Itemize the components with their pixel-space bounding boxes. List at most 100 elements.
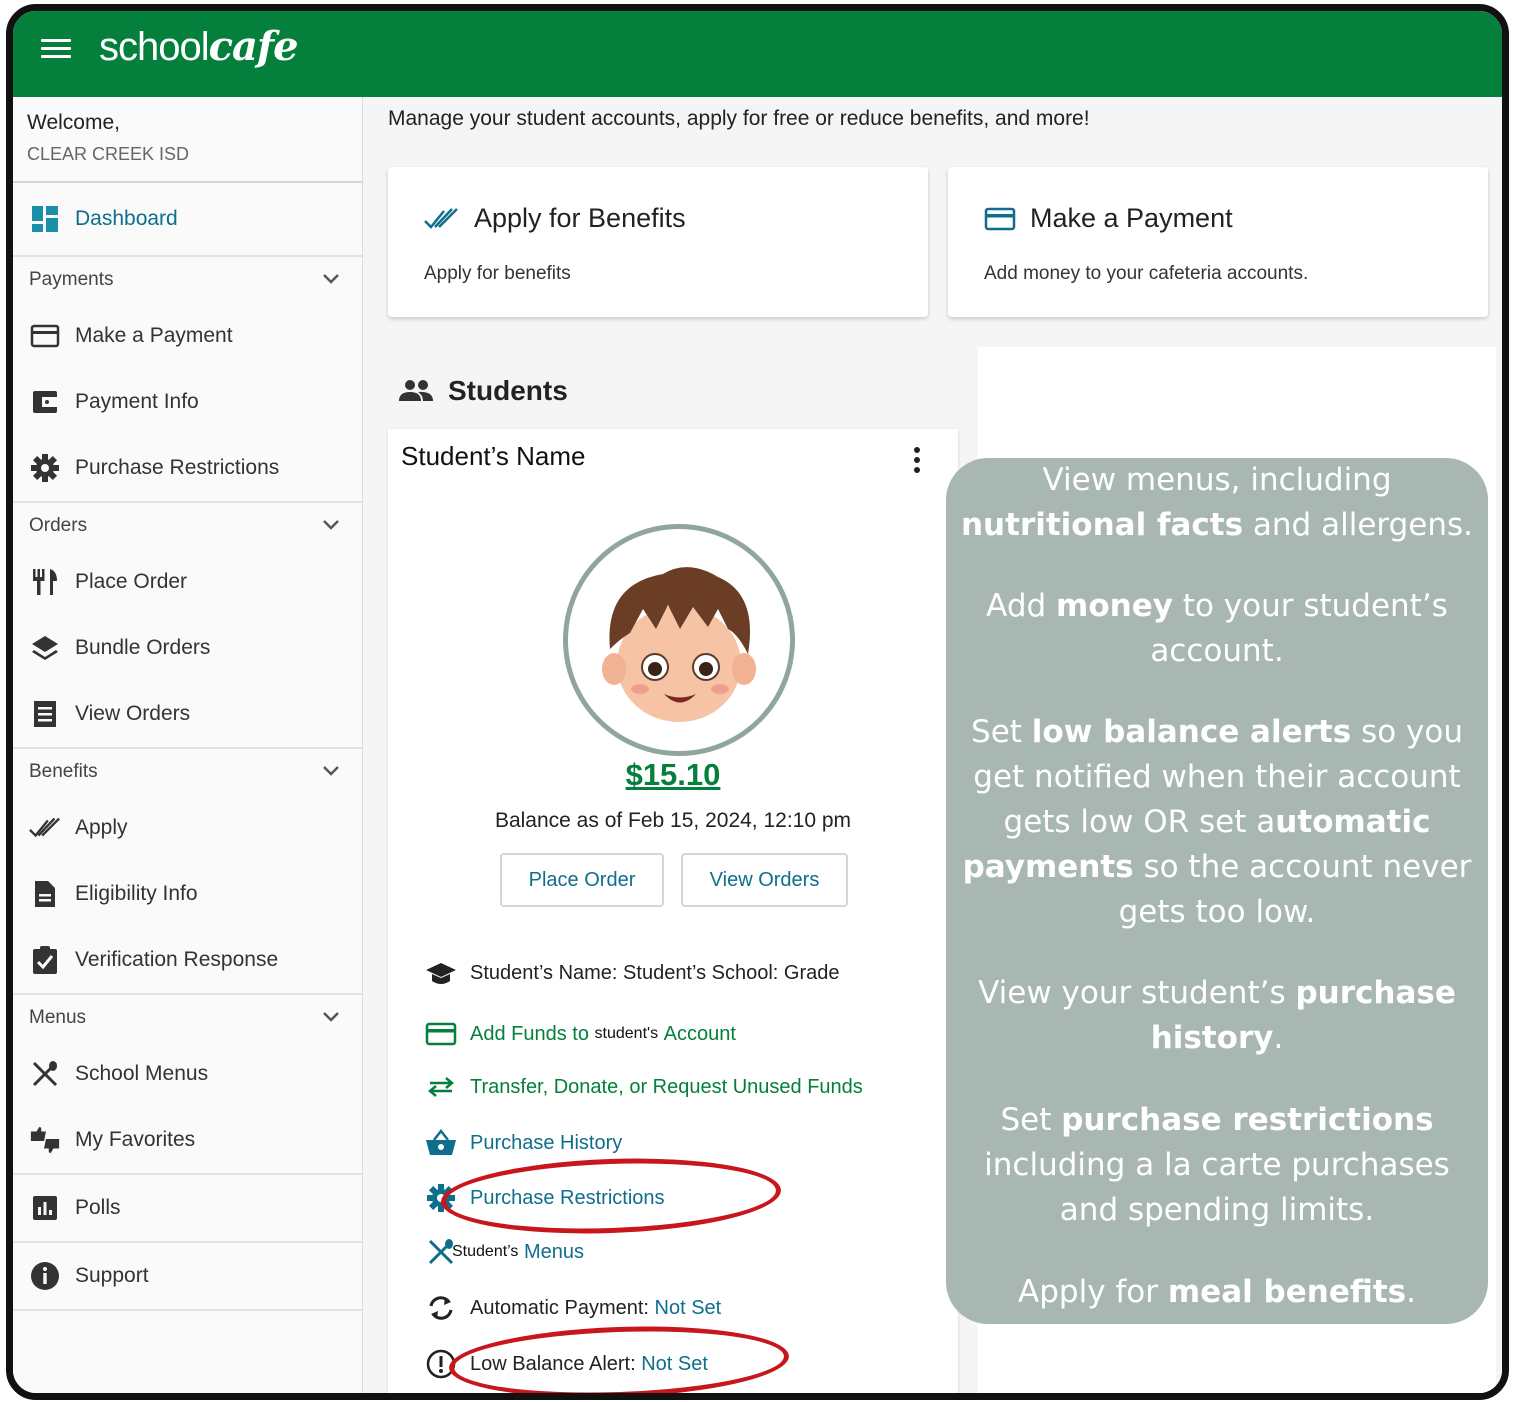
add-funds-link[interactable]: Add Funds to student's Account	[424, 1021, 736, 1047]
add-funds-account: Account	[663, 1022, 736, 1045]
students-heading: Students	[398, 375, 568, 407]
balance-amount[interactable]: $15.10	[388, 757, 958, 793]
sidebar-item-label: Dashboard	[75, 207, 178, 230]
section-orders[interactable]: Orders	[13, 501, 362, 549]
feature-callout: View menus, including nutritional facts …	[946, 458, 1488, 1324]
credit-card-icon	[424, 1021, 458, 1047]
menus-text: Menus	[523, 1240, 585, 1263]
sidebar-item-label: View Orders	[75, 702, 191, 725]
poll-chart-icon	[29, 1192, 61, 1224]
sidebar-item-school-menus[interactable]: School Menus	[13, 1041, 362, 1107]
schoolcafe-logo[interactable]: schoolcafe	[99, 23, 299, 70]
fork-knife-icon	[29, 566, 61, 598]
graduation-cap-icon	[424, 959, 458, 987]
view-orders-button[interactable]: View Orders	[681, 853, 848, 907]
apply-benefits-card[interactable]: Apply for Benefits Apply for benefits	[388, 167, 928, 317]
hamburger-icon[interactable]	[41, 39, 71, 65]
callout-benefits: Apply for meal benefits.	[1018, 1274, 1416, 1310]
add-funds-text: Add Funds to	[470, 1022, 589, 1045]
sidebar-item-make-payment[interactable]: Make a Payment	[13, 303, 362, 369]
app-frame: schoolcafe Welcome, CLEAR CREEK ISD Dash…	[6, 4, 1509, 1400]
student-avatar	[563, 524, 795, 756]
card-title: Apply for Benefits	[474, 203, 686, 233]
chevron-down-icon	[322, 761, 340, 783]
sidebar-item-label: Verification Response	[75, 948, 279, 971]
refresh-icon	[424, 1293, 458, 1323]
section-label: Menus	[29, 1007, 87, 1028]
purchase-history-link[interactable]: Purchase History	[424, 1129, 622, 1157]
sidebar-item-label: School Menus	[75, 1062, 209, 1085]
chevron-down-icon	[322, 1007, 340, 1029]
section-menus[interactable]: Menus	[13, 993, 362, 1041]
make-payment-card[interactable]: Make a Payment Add money to your cafeter…	[948, 167, 1488, 317]
layers-icon	[29, 632, 61, 664]
sidebar-item-label: Place Order	[75, 570, 188, 593]
top-app-bar: schoolcafe	[13, 11, 1502, 97]
purchase-history-text: Purchase History	[470, 1131, 623, 1154]
section-benefits[interactable]: Benefits	[13, 747, 362, 795]
dashboard-icon	[29, 203, 61, 235]
callout-money: Add money to your student’s account.	[986, 588, 1448, 669]
callout-menus: View menus, including nutritional facts …	[960, 462, 1473, 543]
menus-student: Student’s	[452, 1243, 519, 1260]
sidebar-item-support[interactable]: Support	[13, 1243, 362, 1309]
double-check-icon	[29, 812, 61, 844]
sidebar-item-verification-response[interactable]: Verification Response	[13, 927, 362, 993]
receipt-icon	[29, 698, 61, 730]
more-options-icon[interactable]	[914, 447, 922, 475]
intro-text: Manage your student accounts, apply for …	[388, 107, 1090, 130]
sidebar-item-apply[interactable]: Apply	[13, 795, 362, 861]
sidebar-item-bundle-orders[interactable]: Bundle Orders	[13, 615, 362, 681]
sidebar-item-label: My Favorites	[75, 1128, 196, 1151]
section-label: Orders	[29, 515, 88, 536]
sidebar-item-payment-info[interactable]: Payment Info	[13, 369, 362, 435]
logo-text-main: school	[99, 25, 210, 69]
document-icon	[29, 878, 61, 910]
credit-card-icon	[29, 320, 61, 352]
sidebar-item-label: Polls	[75, 1196, 121, 1219]
sidebar-item-polls[interactable]: Polls	[13, 1175, 362, 1241]
basket-icon	[424, 1129, 458, 1157]
logo-text-script: cafe	[208, 23, 299, 70]
sidebar-item-view-orders[interactable]: View Orders	[13, 681, 362, 747]
card-subtitle: Apply for benefits	[424, 263, 571, 284]
callout-alerts: Set low balance alerts so you get notifi…	[962, 714, 1472, 930]
sidebar-item-label: Bundle Orders	[75, 636, 211, 659]
sidebar-item-label: Support	[75, 1264, 149, 1287]
auto-payment-value: Not Set	[654, 1296, 722, 1319]
sidebar-item-label: Purchase Restrictions	[75, 456, 280, 479]
balance-timestamp: Balance as of Feb 15, 2024, 12:10 pm	[494, 809, 852, 832]
transfer-funds-link[interactable]: Transfer, Donate, or Request Unused Fund…	[424, 1075, 863, 1099]
section-label: Benefits	[29, 761, 98, 782]
callout-history: View your student’s purchase history.	[978, 975, 1456, 1056]
sidebar-item-dashboard[interactable]: Dashboard	[13, 183, 362, 255]
sidebar-item-eligibility-info[interactable]: Eligibility Info	[13, 861, 362, 927]
sidebar-item-place-order[interactable]: Place Order	[13, 549, 362, 615]
school-line-text: Student’s Name: Student’s School: Grade	[470, 961, 840, 984]
credit-card-icon	[984, 206, 1016, 232]
sidebar-item-label: Payment Info	[75, 390, 199, 413]
sidebar-item-label: Apply	[75, 816, 128, 839]
district-name: CLEAR CREEK ISD	[27, 144, 190, 164]
callout-restrictions: Set purchase restrictions including a la…	[984, 1102, 1450, 1228]
thumbs-up-down-icon	[29, 1124, 61, 1156]
student-card: Student’s Name $15.10 Balance as of Feb …	[388, 429, 958, 1393]
transfer-text: Transfer, Donate, or Request Unused Fund…	[470, 1075, 863, 1098]
wallet-icon	[29, 386, 61, 418]
auto-payment-link[interactable]: Automatic Payment: Not Set	[424, 1293, 721, 1323]
welcome-text: Welcome,	[27, 111, 120, 134]
add-funds-student: student's	[594, 1025, 659, 1042]
clipboard-check-icon	[29, 944, 61, 976]
utensils-crossed-icon	[29, 1058, 61, 1090]
sidebar-item-my-favorites[interactable]: My Favorites	[13, 1107, 362, 1173]
card-title: Make a Payment	[1030, 203, 1233, 233]
welcome-block: Welcome, CLEAR CREEK ISD	[13, 97, 362, 183]
sidebar-item-label: Eligibility Info	[75, 882, 198, 905]
swap-arrows-icon	[424, 1075, 458, 1099]
student-menus-link[interactable]: Student’s Menus	[424, 1237, 584, 1267]
section-payments[interactable]: Payments	[13, 255, 362, 303]
chevron-down-icon	[322, 269, 340, 291]
sidebar-item-label: Make a Payment	[75, 324, 233, 347]
place-order-button[interactable]: Place Order	[500, 853, 664, 907]
sidebar-item-purchase-restrictions[interactable]: Purchase Restrictions	[13, 435, 362, 501]
